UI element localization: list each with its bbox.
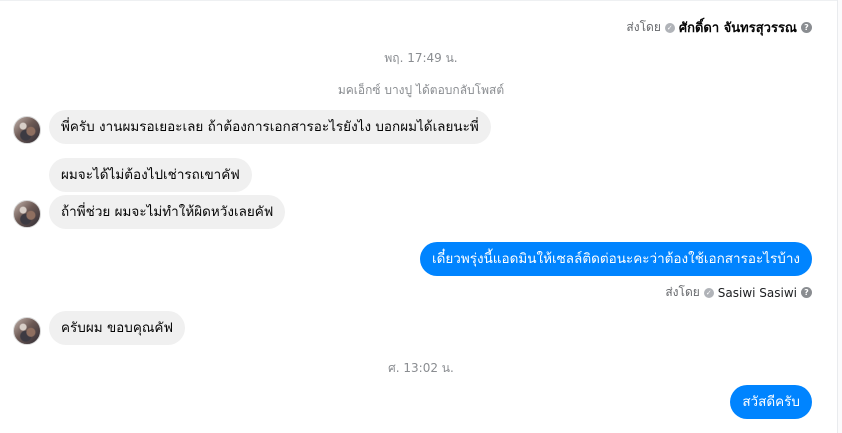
thread-top-divider [0, 0, 838, 1]
incoming-message[interactable]: ถ้าพี่ช่วย ผมจะไม่ทำให้ผิดหวังเลยคัฟ [49, 195, 286, 229]
verified-check-icon: ✓ [703, 287, 714, 298]
incoming-message[interactable]: พี่ครับ งานผมรอเยอะเลย ถ้าต้องการเอกสารอ… [49, 110, 491, 144]
sent-by-label: ส่งโดย [665, 285, 700, 299]
sender-info-top: ส่งโดย ✓ ศักดิ์ดา จันทรสุวรรณ ? [626, 17, 812, 38]
contact-avatar[interactable] [13, 317, 41, 345]
outgoing-message[interactable]: สวัสดีครับ [730, 385, 812, 419]
help-circle-icon[interactable]: ? [801, 287, 812, 298]
timestamp-divider: ศ. 13:02 น. [388, 361, 454, 375]
sender-name: ศักดิ์ดา จันทรสุวรรณ [678, 21, 797, 36]
incoming-message[interactable]: ครับผม ขอบคุณคัฟ [49, 311, 186, 345]
incoming-message[interactable]: ผมจะได้ไม่ต้องไปเช่ารถเขาคัฟ [49, 158, 252, 192]
outgoing-message[interactable]: เดี๋ยวพรุ่งนี้แอดมินให้เซลล์ติดต่อนะคะว่… [419, 242, 812, 276]
system-note: มคเอ็กซ์ บางปู ได้ตอบกลับโพสต์ [337, 83, 505, 97]
contact-avatar[interactable] [13, 200, 41, 228]
sent-by-label: ส่งโดย [626, 20, 661, 34]
help-circle-icon[interactable]: ? [801, 22, 812, 33]
chat-thread: ส่งโดย ✓ ศักดิ์ดา จันทรสุวรรณ ? พฤ. 17:4… [0, 0, 842, 433]
timestamp-divider: พฤ. 17:49 น. [384, 51, 458, 65]
contact-avatar[interactable] [13, 116, 41, 144]
sender-info-bottom: ส่งโดย ✓ Sasiwi Sasiwi ? [665, 283, 812, 302]
verified-check-icon: ✓ [664, 22, 675, 33]
sender-name: Sasiwi Sasiwi [717, 285, 797, 300]
